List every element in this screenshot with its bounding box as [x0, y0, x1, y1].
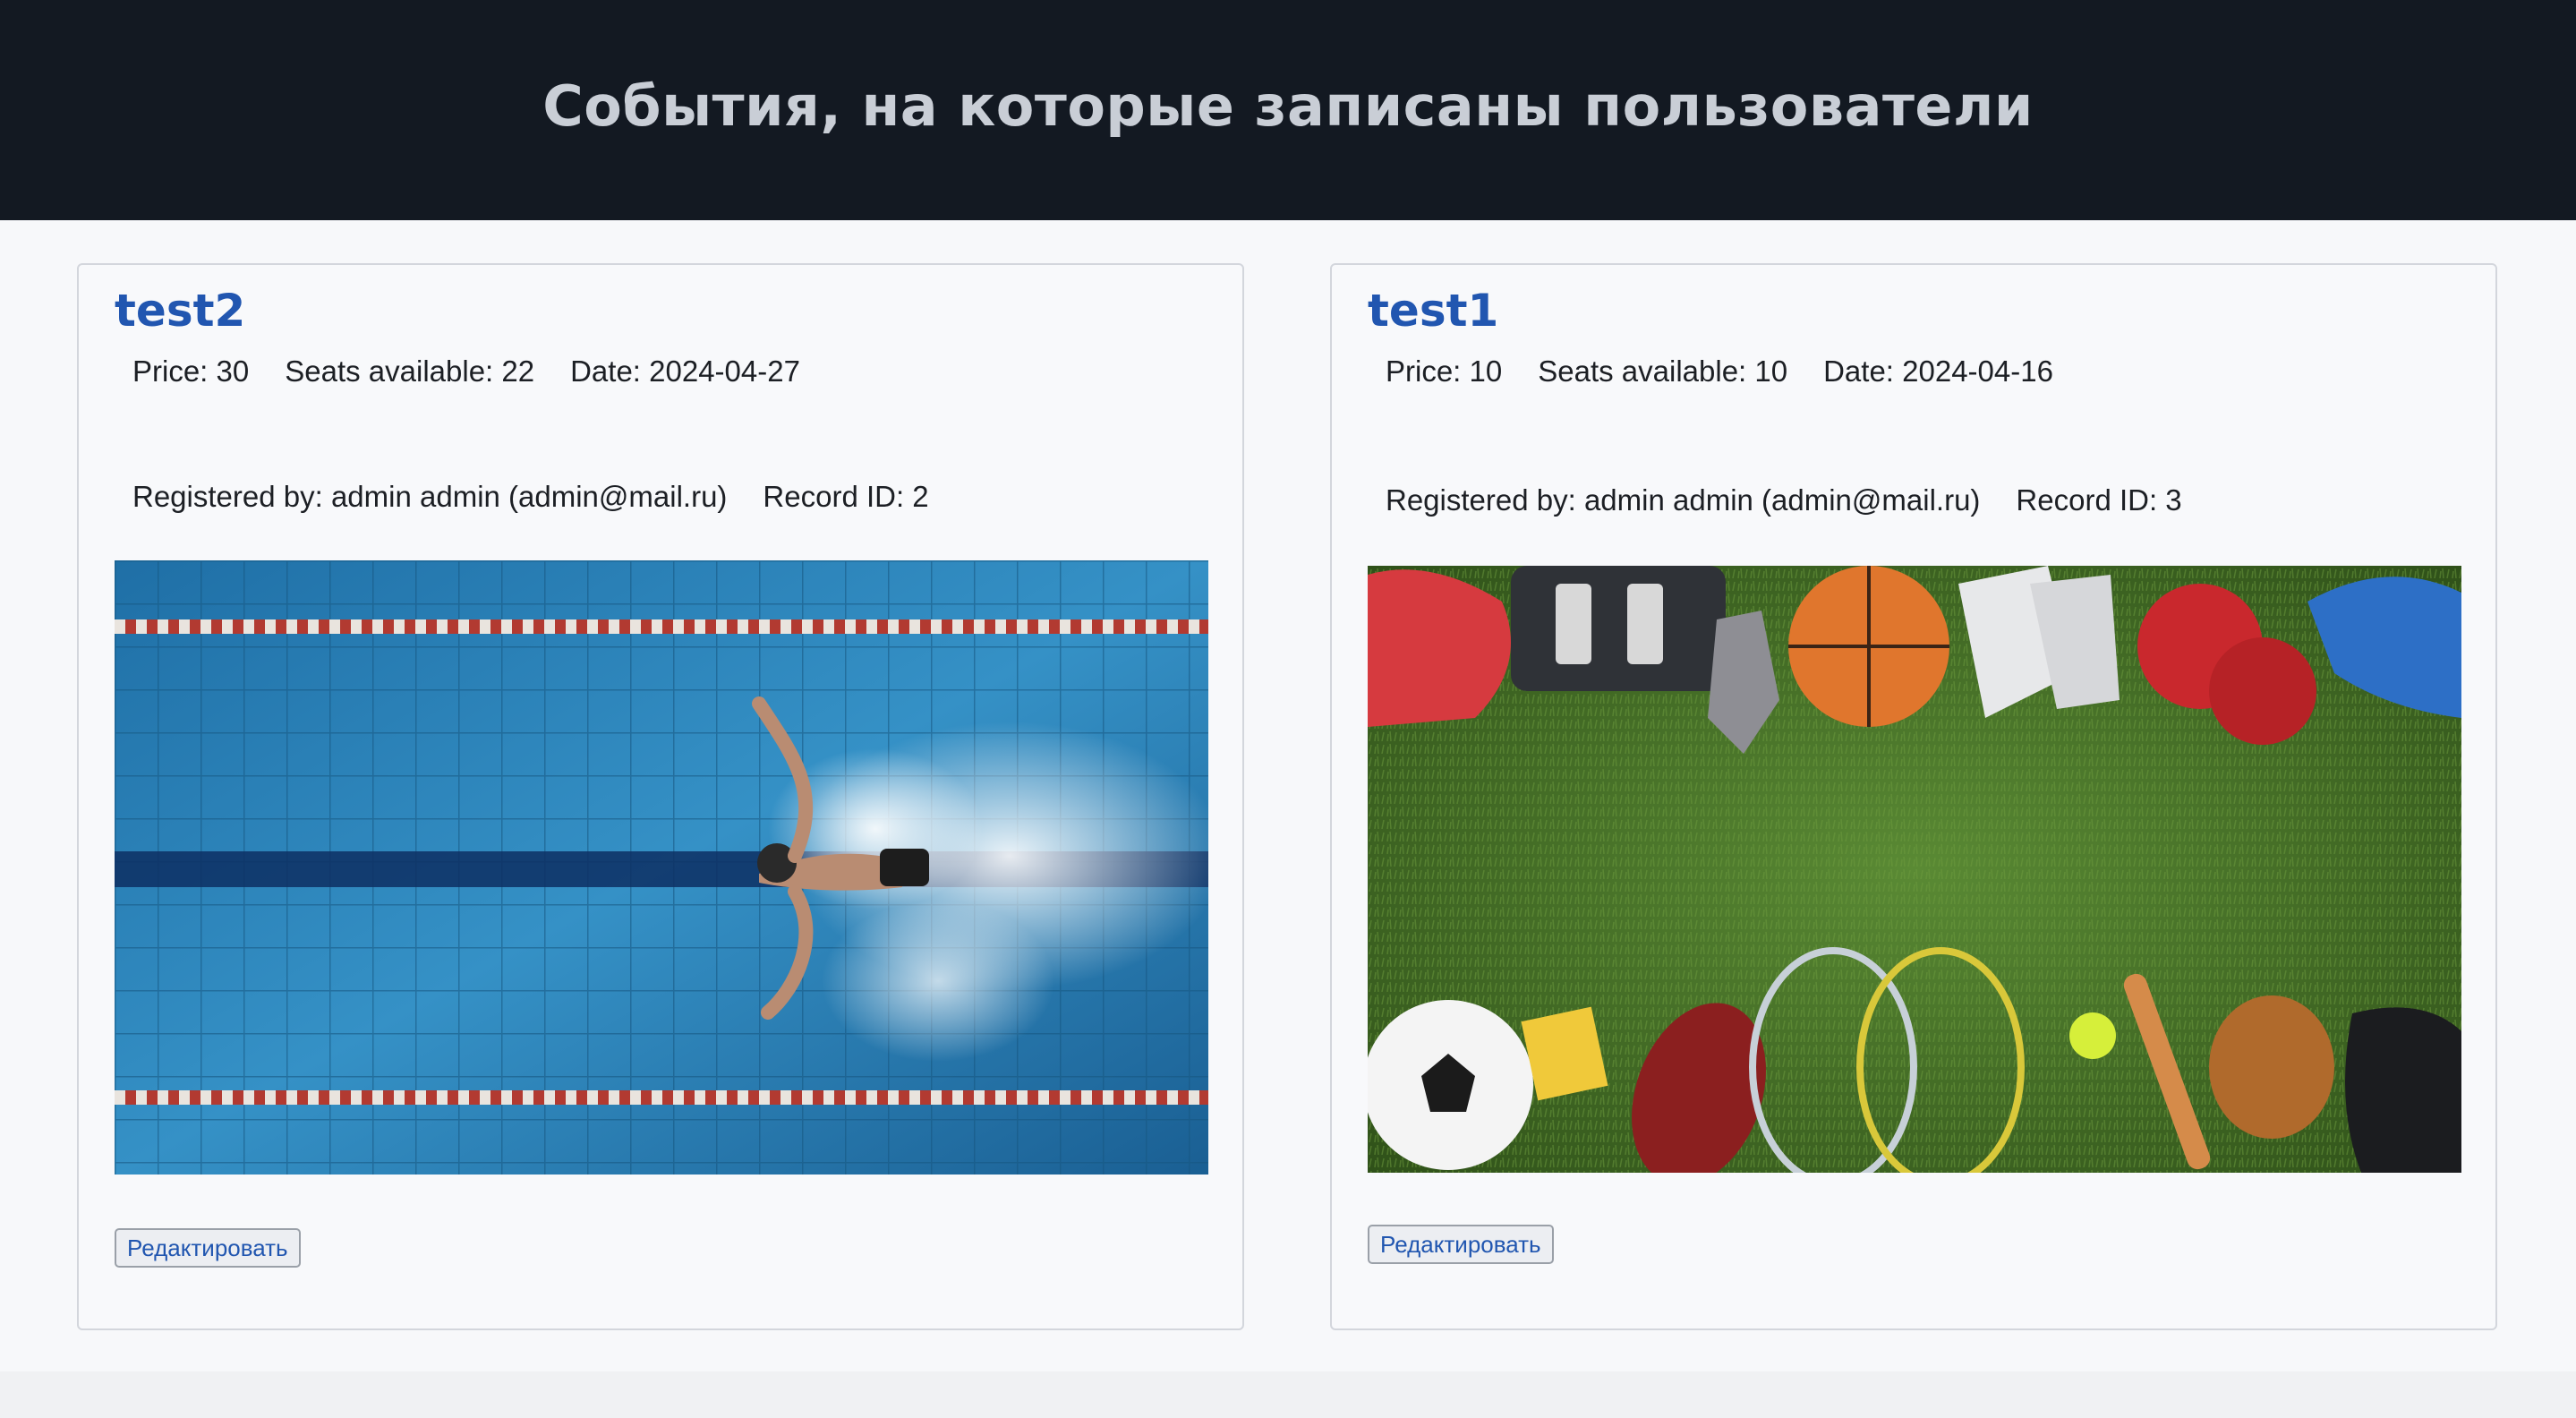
event-date: Date: 2024-04-27: [570, 354, 800, 388]
event-seats: Seats available: 10: [1538, 354, 1788, 388]
registration-info: Registered by: admin admin (admin@mail.r…: [1386, 483, 2182, 517]
event-date: Date: 2024-04-16: [1823, 354, 2053, 388]
registered-by: Registered by: admin admin (admin@mail.r…: [1386, 483, 1981, 517]
event-seats: Seats available: 22: [285, 354, 535, 388]
event-price: Price: 10: [1386, 354, 1503, 388]
event-title-link[interactable]: test2: [115, 285, 245, 337]
event-meta: Price: 10 Seats available: 10 Date: 2024…: [1386, 354, 2053, 389]
event-meta: Price: 30 Seats available: 22 Date: 2024…: [132, 354, 800, 389]
registration-info: Registered by: admin admin (admin@mail.r…: [132, 480, 929, 514]
registered-by: Registered by: admin admin (admin@mail.r…: [132, 480, 728, 513]
page-title: События, на которые записаны пользовател…: [542, 73, 2034, 139]
edit-button[interactable]: Редактировать: [1368, 1225, 1554, 1264]
event-card: test2 Price: 30 Seats available: 22 Date…: [77, 263, 1244, 1330]
sports-equipment-on-grass-photo: [1368, 566, 2461, 1173]
events-grid: test2 Price: 30 Seats available: 22 Date…: [0, 220, 2576, 1371]
page-footer: [0, 1371, 2576, 1418]
record-id: Record ID: 2: [763, 480, 929, 513]
event-price: Price: 30: [132, 354, 250, 388]
edit-button[interactable]: Редактировать: [115, 1228, 301, 1268]
event-title-link[interactable]: test1: [1368, 285, 1498, 337]
page-header: События, на которые записаны пользовател…: [0, 0, 2576, 220]
swimmer-pool-photo: [115, 560, 1208, 1175]
record-id: Record ID: 3: [2016, 483, 2182, 517]
event-card: test1 Price: 10 Seats available: 10 Date…: [1330, 263, 2497, 1330]
